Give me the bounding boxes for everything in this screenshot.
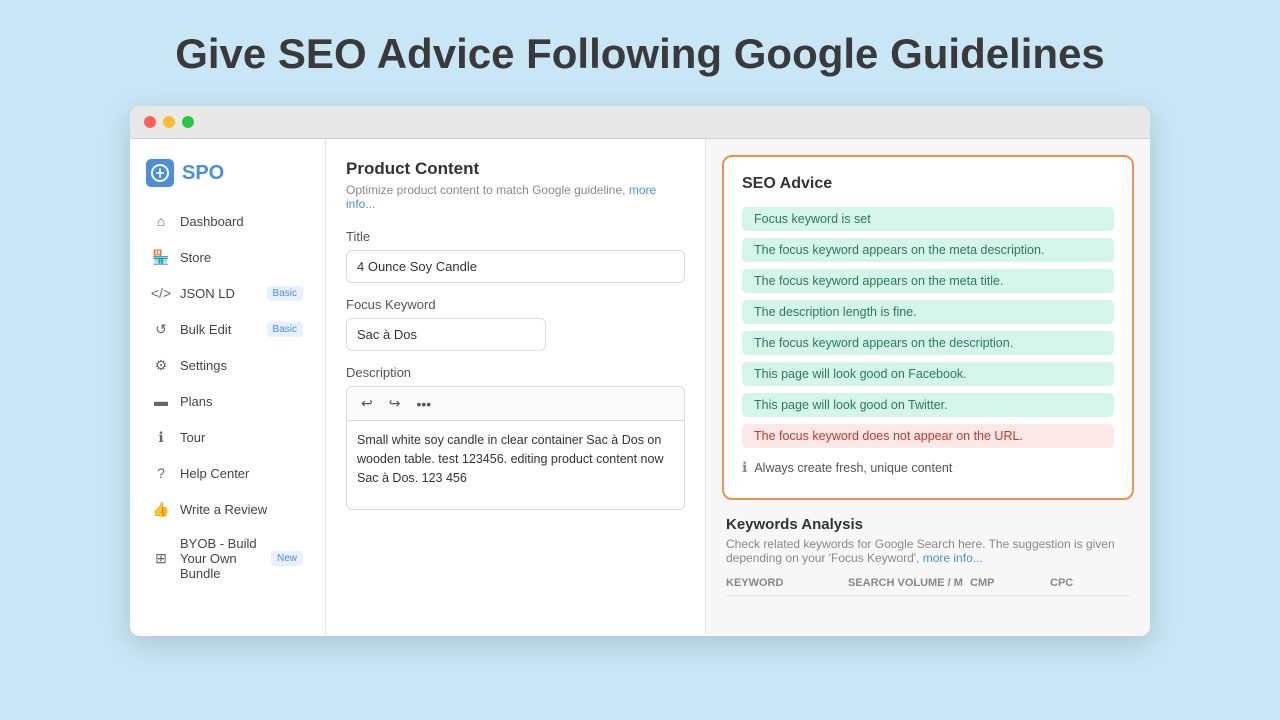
sidebar-item-write-review[interactable]: 👍 Write a Review — [136, 492, 319, 526]
seo-panel-title: SEO Advice — [742, 175, 1114, 193]
product-panel-title: Product Content — [346, 159, 685, 179]
sidebar-item-label: JSON LD — [180, 286, 235, 301]
sidebar-item-label: Write a Review — [180, 502, 267, 517]
info-icon: ℹ — [742, 459, 747, 476]
sidebar-item-label: Settings — [180, 358, 227, 373]
traffic-light-green[interactable] — [182, 116, 194, 128]
info-circle-icon: ℹ — [152, 428, 170, 446]
browser-window: SPO ⌂ Dashboard 🏪 Store </> JSON LD Basi… — [130, 106, 1150, 636]
help-circle-icon: ? — [152, 464, 170, 482]
home-icon: ⌂ — [152, 212, 170, 230]
sidebar-item-tour[interactable]: ℹ Tour — [136, 420, 319, 454]
keywords-more-info-link[interactable]: more info... — [923, 551, 983, 565]
sidebar-item-label: BYOB - Build Your Own Bundle — [180, 536, 261, 581]
edit-icon: ↺ — [152, 320, 170, 338]
seo-advice-panel: SEO Advice Focus keyword is set The focu… — [722, 155, 1134, 500]
main-content: Product Content Optimize product content… — [326, 139, 1150, 636]
gear-icon: ⚙ — [152, 356, 170, 374]
sidebar-item-label: Tour — [180, 430, 205, 445]
col-cmp: CMP — [970, 577, 1050, 589]
advice-info: ℹ Always create fresh, unique content — [742, 455, 1114, 480]
more-options-button[interactable]: ••• — [412, 394, 435, 414]
logo-text: SPO — [182, 162, 224, 185]
sidebar: SPO ⌂ Dashboard 🏪 Store </> JSON LD Basi… — [130, 139, 326, 636]
browser-content: SPO ⌂ Dashboard 🏪 Store </> JSON LD Basi… — [130, 139, 1150, 636]
traffic-light-yellow[interactable] — [163, 116, 175, 128]
advice-info-text: Always create fresh, unique content — [754, 461, 952, 475]
advice-item-1: The focus keyword appears on the meta de… — [742, 238, 1114, 262]
col-cpc: CPC — [1050, 577, 1130, 589]
store-icon: 🏪 — [152, 248, 170, 266]
thumb-up-icon: 👍 — [152, 500, 170, 518]
right-panel: SEO Advice Focus keyword is set The focu… — [706, 139, 1150, 636]
sidebar-item-bulk-edit[interactable]: ↺ Bulk Edit Basic — [136, 312, 319, 346]
page-title: Give SEO Advice Following Google Guideli… — [175, 30, 1105, 78]
description-field-label: Description — [346, 365, 685, 380]
logo-area: SPO — [130, 155, 325, 203]
product-panel: Product Content Optimize product content… — [326, 139, 706, 636]
advice-item-6: This page will look good on Twitter. — [742, 393, 1114, 417]
keywords-table-header: KEYWORD SEARCH VOLUME / M CMP CPC — [726, 577, 1130, 596]
keyword-field-label: Focus Keyword — [346, 297, 685, 312]
traffic-light-red[interactable] — [144, 116, 156, 128]
sidebar-item-plans[interactable]: ▬ Plans — [136, 384, 319, 418]
description-toolbar: ↩ ↪ ••• — [346, 386, 685, 420]
sidebar-item-dashboard[interactable]: ⌂ Dashboard — [136, 204, 319, 238]
card-icon: ▬ — [152, 392, 170, 410]
advice-item-0: Focus keyword is set — [742, 207, 1114, 231]
sidebar-item-label: Help Center — [180, 466, 249, 481]
redo-button[interactable]: ↪ — [385, 393, 405, 414]
sidebar-item-label: Bulk Edit — [180, 322, 231, 337]
sidebar-item-label: Plans — [180, 394, 213, 409]
product-panel-subtitle: Optimize product content to match Google… — [346, 183, 685, 211]
col-keyword: KEYWORD — [726, 577, 848, 589]
byob-badge: New — [271, 551, 303, 566]
code-icon: </> — [152, 284, 170, 302]
keywords-title: Keywords Analysis — [726, 516, 1130, 533]
advice-item-5: This page will look good on Facebook. — [742, 362, 1114, 386]
sidebar-item-store[interactable]: 🏪 Store — [136, 240, 319, 274]
sidebar-item-help-center[interactable]: ? Help Center — [136, 456, 319, 490]
sidebar-item-settings[interactable]: ⚙ Settings — [136, 348, 319, 382]
keywords-section: Keywords Analysis Check related keywords… — [722, 516, 1134, 596]
logo-icon — [146, 159, 174, 187]
advice-item-3: The description length is fine. — [742, 300, 1114, 324]
advice-item-4: The focus keyword appears on the descrip… — [742, 331, 1114, 355]
advice-item-7: The focus keyword does not appear on the… — [742, 424, 1114, 448]
description-textarea[interactable] — [346, 420, 685, 510]
keywords-subtitle: Check related keywords for Google Search… — [726, 537, 1130, 565]
bundle-icon: ⊞ — [152, 550, 170, 568]
sidebar-item-label: Dashboard — [180, 214, 244, 229]
json-ld-badge: Basic — [267, 286, 303, 301]
undo-button[interactable]: ↩ — [357, 393, 377, 414]
bulk-edit-badge: Basic — [267, 322, 303, 337]
sidebar-item-label: Store — [180, 250, 211, 265]
col-search-volume: SEARCH VOLUME / M — [848, 577, 970, 589]
keyword-input[interactable] — [346, 318, 546, 351]
browser-titlebar — [130, 106, 1150, 139]
advice-item-2: The focus keyword appears on the meta ti… — [742, 269, 1114, 293]
sidebar-item-byob[interactable]: ⊞ BYOB - Build Your Own Bundle New — [136, 528, 319, 589]
sidebar-item-json-ld[interactable]: </> JSON LD Basic — [136, 276, 319, 310]
title-input[interactable] — [346, 250, 685, 283]
title-field-label: Title — [346, 229, 685, 244]
